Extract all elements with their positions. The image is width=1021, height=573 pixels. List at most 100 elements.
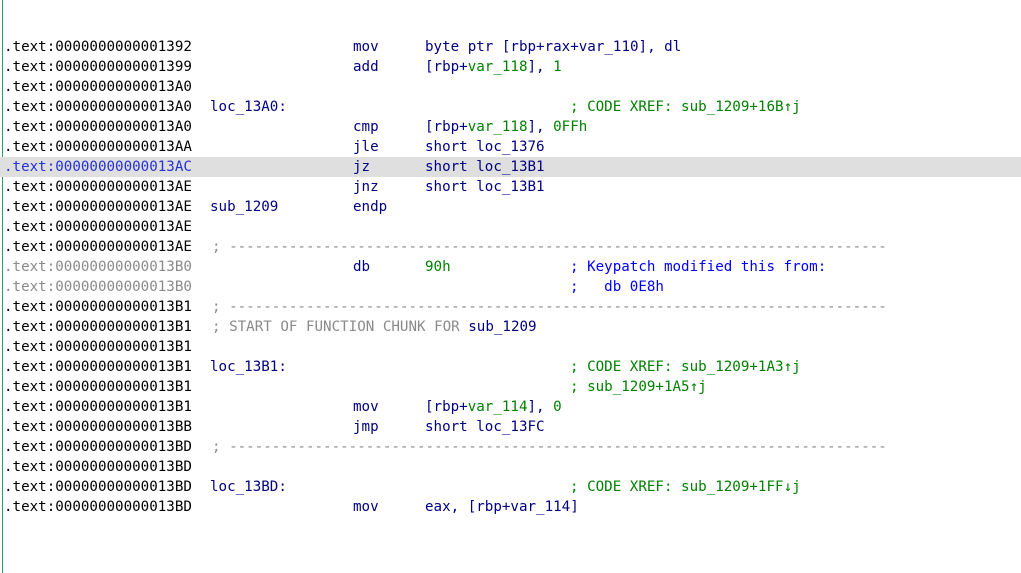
listing-line[interactable]: .text:00000000000013BD mov eax, [rbp+var_1… <box>0 497 1021 517</box>
mnemonic[interactable]: mov <box>353 497 379 517</box>
address[interactable]: .text:00000000000013AE <box>4 177 192 197</box>
mnemonic[interactable]: jle <box>353 137 379 157</box>
xref-target[interactable]: sub_1209+1A3↑j <box>681 359 801 375</box>
code-label[interactable]: loc_13A0: <box>210 97 287 117</box>
xref-comment[interactable]: ; sub_1209+1A5↑j <box>570 377 707 397</box>
mnemonic[interactable]: add <box>353 57 379 77</box>
address[interactable]: .text:00000000000013B0 <box>4 257 192 277</box>
immediate-value[interactable]: 90h <box>425 259 451 275</box>
listing-line-selected[interactable]: .text:00000000000013AC jz short loc_13B1 <box>0 157 1021 177</box>
listing-line[interactable]: .text:00000000000013B1 mov [rbp+var_114], … <box>0 397 1021 417</box>
address[interactable]: .text:00000000000013B1 <box>4 337 192 357</box>
operand-text[interactable]: short loc_13FC <box>425 419 545 435</box>
operand-text[interactable]: byte ptr [rbp+rax+var_110], dl <box>425 39 681 55</box>
stack-variable[interactable]: var_118 <box>468 119 528 135</box>
code-label[interactable]: sub_1209 <box>210 197 278 217</box>
listing-line[interactable]: .text:00000000000013A0 loc_13A0: ; CODE XR… <box>0 97 1021 117</box>
mnemonic[interactable]: jmp <box>353 417 379 437</box>
stack-variable[interactable]: var_118 <box>468 59 528 75</box>
stack-variable[interactable]: var_114 <box>468 399 528 415</box>
mnemonic[interactable]: mov <box>353 37 379 57</box>
operand-text[interactable]: [rbp+ <box>425 119 468 135</box>
operand-text[interactable]: short loc_13B1 <box>425 159 545 175</box>
operand-text[interactable]: [rbp+ <box>425 399 468 415</box>
listing-line[interactable]: .text:00000000000013BD ; ----------------… <box>0 437 1021 457</box>
address[interactable]: .text:0000000000001392 <box>4 37 192 57</box>
address[interactable]: .text:00000000000013B1 <box>4 357 192 377</box>
address[interactable]: .text:00000000000013BD <box>4 437 192 457</box>
listing-line[interactable]: .text:00000000000013BB jmp short loc_13FC <box>0 417 1021 437</box>
address[interactable]: .text:00000000000013BD <box>4 457 192 477</box>
listing-line[interactable]: .text:00000000000013BD <box>0 457 1021 477</box>
operand-text[interactable]: ], <box>528 399 554 415</box>
mnemonic[interactable]: mov <box>353 397 379 417</box>
address[interactable]: .text:00000000000013B1 <box>4 317 192 337</box>
immediate-value[interactable]: 1 <box>553 59 562 75</box>
address[interactable]: .text:00000000000013B1 <box>4 377 192 397</box>
address[interactable]: .text:00000000000013AE <box>4 237 192 257</box>
address[interactable]: .text:0000000000001399 <box>4 57 192 77</box>
address[interactable]: .text:00000000000013B1 <box>4 297 192 317</box>
xref-target[interactable]: sub_1209+1A5↑j <box>587 379 707 395</box>
address[interactable]: .text:00000000000013A0 <box>4 117 192 137</box>
xref-target[interactable]: sub_1209+16B↑j <box>681 99 801 115</box>
listing-line[interactable]: .text:00000000000013B1 loc_13B1: ; CODE XR… <box>0 357 1021 377</box>
address[interactable]: .text:00000000000013AC <box>4 157 192 177</box>
immediate-value[interactable]: 0 <box>553 399 562 415</box>
mnemonic[interactable]: jz <box>353 157 370 177</box>
operand-text[interactable]: ], <box>528 59 554 75</box>
xref-comment[interactable]: ; CODE XREF: sub_1209+1A3↑j <box>570 357 801 377</box>
listing-line[interactable]: .text:00000000000013AE sub_1209 endp <box>0 197 1021 217</box>
operand-text[interactable]: [rbp+ <box>425 59 468 75</box>
operand[interactable]: 90h <box>425 257 451 277</box>
listing-line[interactable]: .text:00000000000013A0 <box>0 77 1021 97</box>
operand[interactable]: [rbp+var_118], 0FFh <box>425 117 587 137</box>
operand[interactable]: short loc_1376 <box>425 137 545 157</box>
operand-text[interactable]: short loc_13B1 <box>425 179 545 195</box>
operand[interactable]: byte ptr [rbp+rax+var_110], dl <box>425 37 681 57</box>
operand-text[interactable]: ], <box>528 119 554 135</box>
xref-comment[interactable]: ; CODE XREF: sub_1209+1FF↓j <box>570 477 801 497</box>
operand-text[interactable]: short loc_1376 <box>425 139 545 155</box>
listing-line[interactable]: .text:00000000000013AE ; ----------------… <box>0 237 1021 257</box>
address[interactable]: .text:00000000000013A0 <box>4 97 192 117</box>
listing-line[interactable]: .text:00000000000013B1 ; ----------------… <box>0 297 1021 317</box>
immediate-value[interactable]: 0FFh <box>553 119 587 135</box>
mnemonic[interactable]: jnz <box>353 177 379 197</box>
listing-line[interactable]: .text:00000000000013AA jle short loc_1376 <box>0 137 1021 157</box>
mnemonic[interactable]: cmp <box>353 117 379 137</box>
listing-line[interactable]: .text:00000000000013A0 cmp [rbp+var_118], … <box>0 117 1021 137</box>
mnemonic[interactable]: db <box>353 257 370 277</box>
listing-line[interactable]: .text:00000000000013AE <box>0 217 1021 237</box>
listing-line[interactable]: .text:0000000000001392 mov byte ptr [rbp+r… <box>0 37 1021 57</box>
address[interactable]: .text:00000000000013BD <box>4 477 192 497</box>
listing-line[interactable]: .text:00000000000013B1 ; START OF FUNCTIO… <box>0 317 1021 337</box>
xref-comment[interactable]: ; CODE XREF: sub_1209+16B↑j <box>570 97 801 117</box>
operand[interactable]: eax, [rbp+var_114] <box>425 497 579 517</box>
listing-line[interactable]: .text:00000000000013B1 <box>0 337 1021 357</box>
address[interactable]: .text:00000000000013B1 <box>4 397 192 417</box>
operand[interactable]: [rbp+var_114], 0 <box>425 397 562 417</box>
listing-line[interactable]: .text:00000000000013B1 ; sub_1209+1A5↑j <box>0 377 1021 397</box>
address[interactable]: .text:00000000000013BD <box>4 497 192 517</box>
operand[interactable]: short loc_13B1 <box>425 177 545 197</box>
listing-line[interactable]: .text:00000000000013B0 db 90h ; Keypatch mo… <box>0 257 1021 277</box>
code-label[interactable]: loc_13BD: <box>210 477 287 497</box>
listing-line[interactable]: .text:00000000000013B0 ; db 0E8h <box>0 277 1021 297</box>
listing-line[interactable]: .text:0000000000001399 add [rbp+var_118], … <box>0 57 1021 77</box>
operand[interactable]: short loc_13B1 <box>425 157 545 177</box>
operand[interactable]: [rbp+var_118], 1 <box>425 57 562 77</box>
operand[interactable]: short loc_13FC <box>425 417 545 437</box>
mnemonic[interactable]: endp <box>353 197 387 217</box>
listing-line[interactable]: .text:00000000000013AE jnz short loc_13B1 <box>0 177 1021 197</box>
address[interactable]: .text:00000000000013AA <box>4 137 192 157</box>
chunk-function-name[interactable]: sub_1209 <box>468 319 536 335</box>
address[interactable]: .text:00000000000013AE <box>4 197 192 217</box>
xref-target[interactable]: sub_1209+1FF↓j <box>681 479 801 495</box>
address[interactable]: .text:00000000000013AE <box>4 217 192 237</box>
address[interactable]: .text:00000000000013BB <box>4 417 192 437</box>
address[interactable]: .text:00000000000013A0 <box>4 77 192 97</box>
listing-line[interactable]: .text:00000000000013BD loc_13BD: ; CODE XR… <box>0 477 1021 497</box>
address[interactable]: .text:00000000000013B0 <box>4 277 192 297</box>
code-label[interactable]: loc_13B1: <box>210 357 287 377</box>
